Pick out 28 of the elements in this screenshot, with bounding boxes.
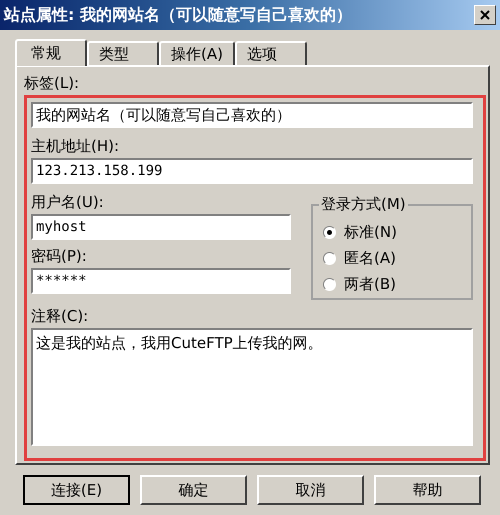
text-field[interactable]: 123.213.158.199: [31, 158, 473, 184]
text-field[interactable]: myhost: [31, 214, 291, 240]
comment-area[interactable]: 这是我的站点，我用CuteFTP上传我的网。: [31, 328, 473, 446]
text-field[interactable]: ******: [31, 268, 291, 294]
radio-label: 标准(N): [344, 222, 397, 243]
tab[interactable]: 选项: [234, 41, 307, 65]
field-label: 注释(C):: [31, 306, 90, 327]
radio-button[interactable]: [323, 278, 336, 290]
tab[interactable]: 类型: [87, 41, 159, 65]
field-label: 主机地址(H):: [31, 136, 120, 157]
field-label: 用户名(U):: [31, 192, 105, 213]
field-label: 密码(P):: [31, 246, 88, 267]
radio-label: 两者(B): [344, 274, 396, 295]
dialog-button[interactable]: 帮助: [374, 475, 481, 505]
tab[interactable]: 常规: [15, 39, 87, 66]
close-button[interactable]: [474, 5, 496, 25]
window-title: 站点属性: 我的网站名（可以随意写自己喜欢的）: [4, 4, 352, 26]
group-title: 登录方式(M): [319, 194, 408, 214]
dialog-button[interactable]: 确定: [140, 475, 247, 505]
radio-label: 匿名(A): [344, 248, 396, 269]
dialog-button[interactable]: 取消: [257, 475, 364, 505]
dialog-button[interactable]: 连接(E): [23, 475, 130, 505]
text-field[interactable]: 我的网站名（可以随意写自己喜欢的）: [31, 102, 473, 128]
radio-button[interactable]: [323, 226, 336, 238]
close-icon: [480, 10, 490, 20]
field-label: 标签(L):: [24, 73, 80, 94]
radio-button[interactable]: [323, 252, 336, 264]
tab[interactable]: 操作(A): [159, 41, 235, 65]
